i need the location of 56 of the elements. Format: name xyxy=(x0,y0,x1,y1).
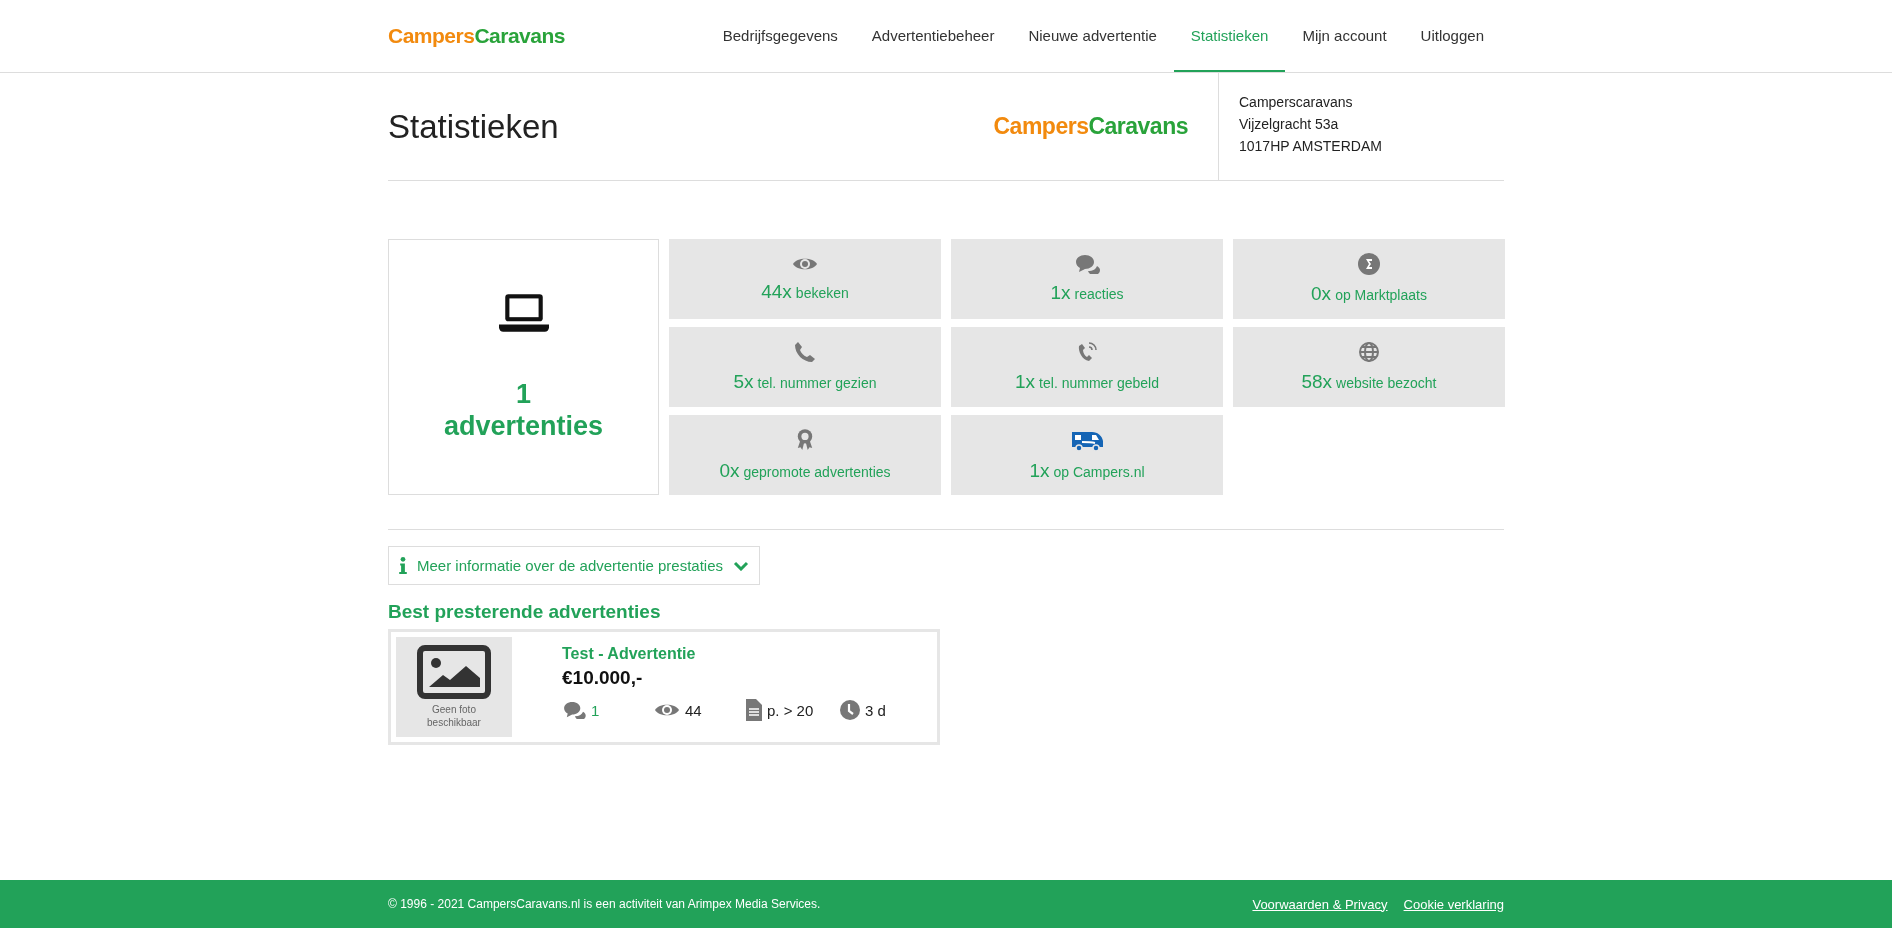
footer-link[interactable]: Cookie verklaring xyxy=(1403,896,1504,912)
stat-label: op Marktplaats xyxy=(1335,287,1427,303)
stat-label: bekeken xyxy=(795,285,849,301)
award-ribbon-icon xyxy=(796,428,814,452)
stat-count: 5x xyxy=(733,371,754,392)
chat-bubbles-icon xyxy=(1074,254,1100,274)
company-logo: CampersCaravans xyxy=(993,113,1188,140)
nav-link[interactable]: Statistieken xyxy=(1173,0,1286,72)
address-line: 1017HP AMSTERDAM xyxy=(1239,137,1383,156)
stat-label: reacties xyxy=(1074,286,1124,302)
nav-link[interactable]: Bedrijfsgegevens xyxy=(705,0,855,72)
nav-link[interactable]: Uitloggen xyxy=(1403,0,1504,72)
copyright-text: © 1996 - 2021 CampersCaravans.nl is een activiteit van Arimpex Media Services. xyxy=(388,897,821,911)
stat-label: tel. nummer gezien xyxy=(757,375,877,391)
phone-icon xyxy=(794,341,816,363)
ad-title-link[interactable]: Test - Advertentie xyxy=(562,645,932,663)
stat-label: tel. nummer gebeld xyxy=(1039,375,1159,391)
more-info-toggle[interactable]: Meer informatie over de advertentie prestaties xyxy=(388,546,760,585)
info-icon xyxy=(399,557,407,574)
ad-card[interactable]: Geen foto beschikbaar Test - Advertentie €10.000,- 1 44 p. > 20 3 d xyxy=(388,629,940,745)
footer-link[interactable]: Voorwaarden & Privacy xyxy=(1252,896,1388,912)
stat-count: 1x xyxy=(1029,460,1050,481)
metric-value: 3 d xyxy=(865,701,886,719)
nav-link[interactable]: Mijn account xyxy=(1285,0,1404,72)
reactions-link[interactable]: 1 xyxy=(591,701,600,719)
nav-link[interactable]: Nieuwe advertentie xyxy=(1011,0,1174,72)
stat-count: 58x xyxy=(1301,371,1333,392)
laptop-icon xyxy=(498,292,549,334)
address-line: Vijzelgracht 53a xyxy=(1239,115,1340,134)
stat-count: 0x xyxy=(719,460,740,481)
image-icon xyxy=(417,645,491,699)
site-logo[interactable]: CampersCaravans xyxy=(388,24,565,48)
stat-count: 0x xyxy=(1311,283,1332,304)
stat-count: 1x xyxy=(1050,282,1071,303)
page-title: Statistieken xyxy=(388,107,559,146)
address-line: Camperscaravans xyxy=(1239,93,1354,112)
no-photo-text: Geen foto beschikbaar xyxy=(426,703,482,729)
globe-icon xyxy=(1358,341,1380,363)
ad-count-label: advertenties xyxy=(443,410,604,442)
clock-icon xyxy=(840,700,860,720)
stat-count: 1x xyxy=(1015,371,1036,392)
stat-label: gepromote advertenties xyxy=(743,464,891,480)
ad-price: €10.000,- xyxy=(562,667,644,689)
metric-value: p. > 20 xyxy=(767,701,814,719)
sigma-circle-icon xyxy=(1358,253,1380,275)
stat-count: 44x xyxy=(761,281,792,302)
ad-count: 1 xyxy=(516,378,531,410)
nav-link[interactable]: Advertentiebeheer xyxy=(854,0,1012,72)
phone-ringing-icon xyxy=(1076,341,1098,363)
stat-label: website bezocht xyxy=(1336,375,1437,391)
chevron-icon xyxy=(733,560,749,571)
stat-label: op Campers.nl xyxy=(1053,464,1145,480)
section-title: Best presterende advertenties xyxy=(388,601,662,623)
chat-bubbles-icon xyxy=(562,701,586,719)
document-icon xyxy=(746,699,762,721)
metric-value: 44 xyxy=(685,701,702,719)
